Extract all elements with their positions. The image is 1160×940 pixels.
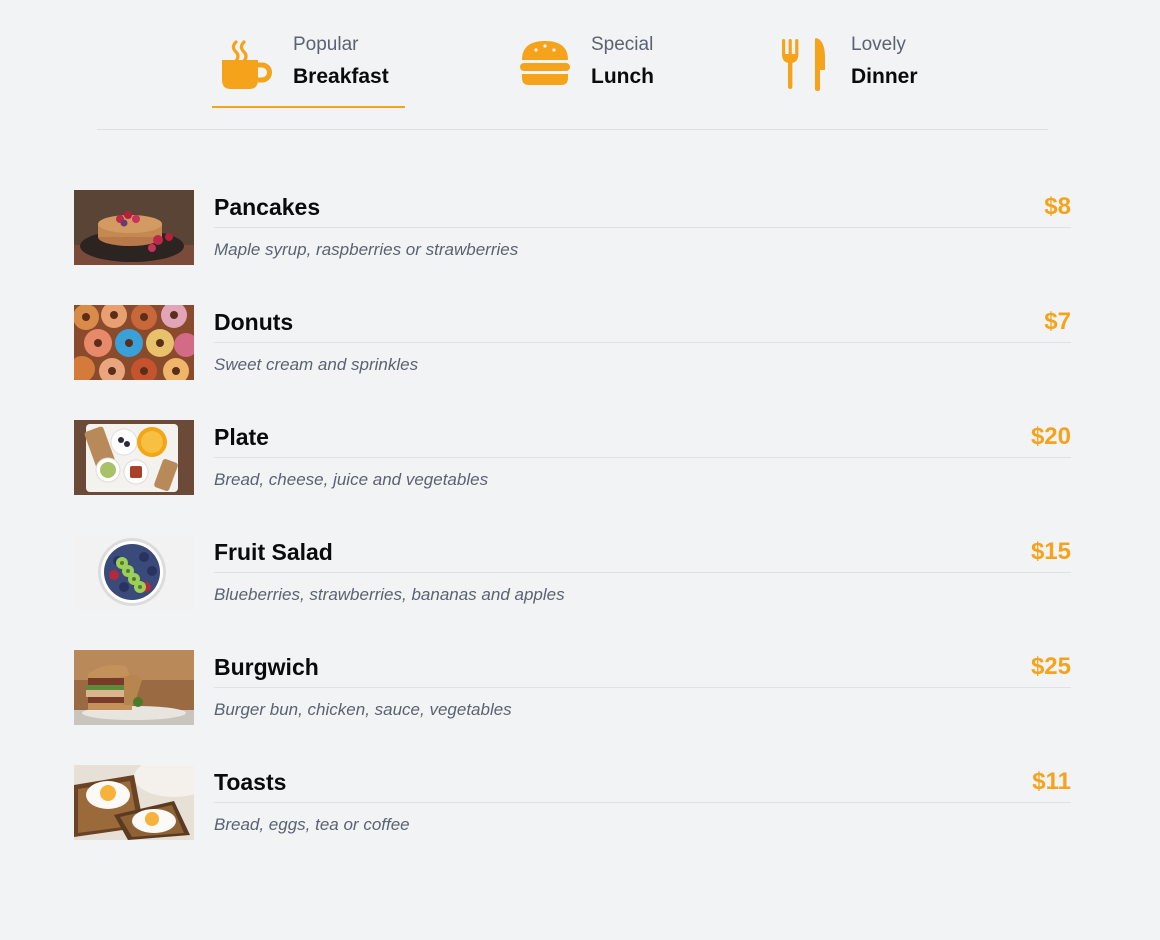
item-name: Burgwich (214, 654, 319, 680)
menu-item: Toasts $11 Bread, eggs, tea or coffee (74, 765, 1072, 880)
burgwich-image (74, 650, 194, 725)
plate-image (74, 420, 194, 495)
menu-item: Pancakes $8 Maple syrup, raspberries or … (74, 190, 1072, 305)
item-description: Bread, cheese, juice and vegetables (214, 470, 489, 489)
tab-dinner[interactable]: Lovely Dinner (770, 30, 970, 108)
menu-item: Donuts $7 Sweet cream and sprinkles (74, 305, 1072, 420)
item-name: Pancakes (214, 194, 321, 220)
donuts-image (74, 305, 194, 380)
item-description: Bread, eggs, tea or coffee (214, 815, 410, 834)
fruit-salad-image (74, 535, 194, 610)
menu-item: Burgwich $25 Burger bun, chicken, sauce,… (74, 650, 1072, 765)
item-header: Donuts $7 (214, 305, 1071, 343)
pancakes-image (74, 190, 194, 265)
item-description: Sweet cream and sprinkles (214, 355, 419, 374)
menu-page: Popular Breakfast Special Lunch Lovely D… (0, 0, 1160, 940)
item-price: $8 (1044, 193, 1071, 220)
item-price: $7 (1044, 308, 1071, 335)
menu-item: Plate $20 Bread, cheese, juice and veget… (74, 420, 1072, 535)
item-price: $15 (1030, 538, 1071, 565)
item-price: $25 (1030, 653, 1071, 680)
tab-title: Lunch (591, 65, 654, 88)
coffee-cup-icon (222, 36, 274, 92)
item-header: Pancakes $8 (214, 190, 1071, 228)
menu-item: Fruit Salad $15 Blueberries, strawberrie… (74, 535, 1072, 650)
item-description: Blueberries, strawberries, bananas and a… (214, 585, 565, 604)
item-description: Burger bun, chicken, sauce, vegetables (214, 700, 512, 719)
tab-subtitle: Lovely (851, 34, 906, 55)
tab-title: Breakfast (293, 65, 389, 88)
menu-tabs: Popular Breakfast Special Lunch Lovely D… (97, 0, 1048, 130)
burger-icon (520, 36, 572, 92)
tab-lunch[interactable]: Special Lunch (510, 30, 690, 108)
item-header: Burgwich $25 (214, 650, 1071, 688)
item-price: $20 (1030, 423, 1071, 450)
item-name: Donuts (214, 309, 294, 335)
item-header: Toasts $11 (214, 765, 1071, 803)
tab-subtitle: Popular (293, 34, 359, 55)
item-name: Fruit Salad (214, 539, 333, 565)
item-header: Fruit Salad $15 (214, 535, 1071, 573)
tab-breakfast[interactable]: Popular Breakfast (212, 30, 405, 108)
menu-list: Pancakes $8 Maple syrup, raspberries or … (74, 190, 1072, 880)
item-description: Maple syrup, raspberries or strawberries (214, 240, 519, 259)
tab-title: Dinner (851, 65, 918, 88)
item-name: Plate (214, 424, 269, 450)
toasts-image (74, 765, 194, 840)
item-price: $11 (1032, 768, 1071, 795)
item-name: Toasts (214, 769, 287, 795)
fork-knife-icon (780, 36, 832, 92)
tab-subtitle: Special (591, 34, 654, 55)
item-header: Plate $20 (214, 420, 1071, 458)
